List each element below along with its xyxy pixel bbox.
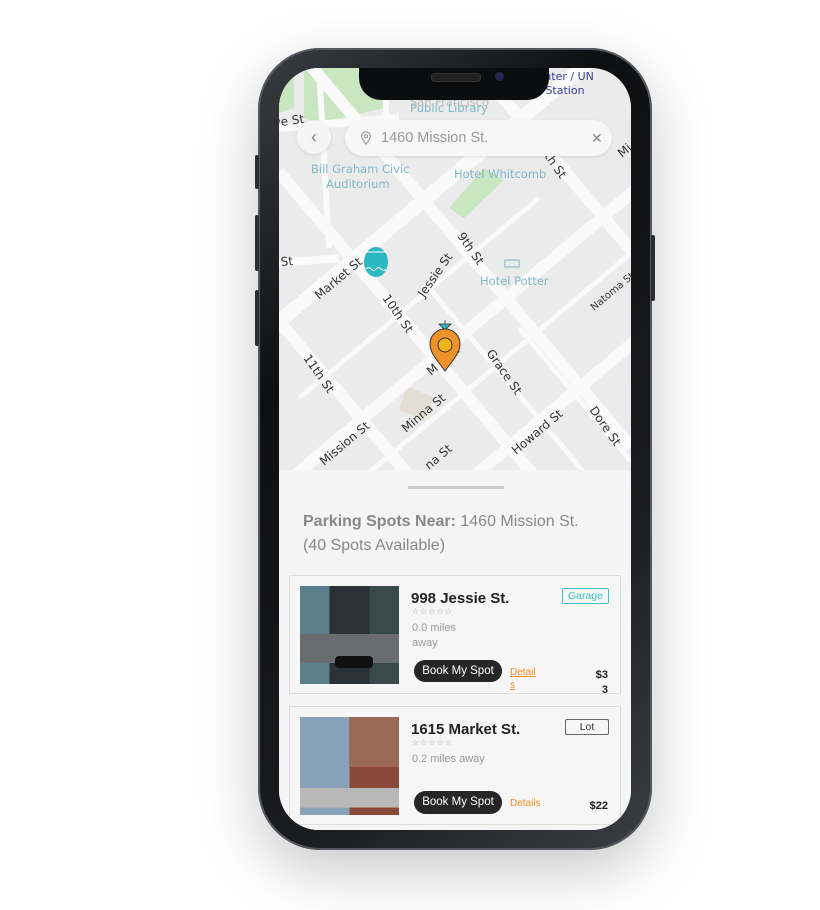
- book-spot-button[interactable]: Book My Spot: [414, 660, 502, 682]
- transit-marker-icon: [364, 247, 388, 277]
- spots-available: (40 Spots Available): [303, 537, 446, 554]
- poi-auditorium: Bill Graham Civic: [311, 162, 410, 176]
- book-spot-button[interactable]: Book My Spot: [414, 791, 502, 814]
- star-rating: ☆☆☆☆☆: [412, 607, 453, 616]
- poi-library-2: Public Library: [410, 101, 488, 115]
- phone-notch: [359, 68, 549, 100]
- list-item[interactable]: 1615 Market St. ☆☆☆☆☆ 0.2 miles away Lot…: [289, 706, 621, 825]
- app-screen: Market St Mission St M n St Howard St Je…: [279, 68, 631, 830]
- park-area: [279, 68, 294, 113]
- poi-auditorium-2: Auditorium: [326, 177, 390, 191]
- details-link[interactable]: Details: [510, 797, 541, 810]
- drag-handle[interactable]: [408, 486, 504, 489]
- close-icon[interactable]: ✕: [591, 130, 603, 147]
- spot-type-badge: Lot: [565, 719, 609, 735]
- location-pin-icon: [361, 131, 371, 145]
- spot-type-badge: Garage: [561, 588, 609, 604]
- chevron-left-icon: ‹: [311, 126, 317, 147]
- star-rating: ☆☆☆☆☆: [412, 738, 453, 747]
- title-address: 1460 Mission St.: [455, 513, 579, 530]
- results-sheet: Parking Spots Near: 1460 Mission St. (40…: [279, 470, 631, 830]
- results-title: Parking Spots Near: 1460 Mission St. (40…: [303, 510, 613, 558]
- phone-mute-switch: [255, 155, 259, 189]
- spot-photo: [300, 717, 399, 815]
- phone-volume-up: [255, 215, 259, 271]
- details-link[interactable]: Details: [510, 666, 538, 692]
- poi-hotel-whitcomb: Hotel Whitcomb: [454, 167, 546, 181]
- poi-hotel-potter: Hotel Potter: [480, 274, 549, 288]
- spot-address: 998 Jessie St.: [411, 590, 510, 607]
- search-input[interactable]: [379, 129, 583, 147]
- search-bar[interactable]: ✕: [345, 120, 612, 156]
- spot-distance: 0.2 miles away: [412, 753, 485, 765]
- camera: [495, 72, 504, 81]
- phone-power-button: [651, 235, 655, 301]
- spot-price: $22: [589, 800, 608, 812]
- back-button[interactable]: ‹: [297, 120, 331, 154]
- speaker: [431, 73, 481, 82]
- title-label: Parking Spots Near:: [303, 513, 456, 530]
- spot-address: 1615 Market St.: [411, 721, 521, 738]
- spot-distance: 0.0 miles away: [412, 622, 457, 649]
- phone-volume-down: [255, 290, 259, 346]
- street-label-st: St: [280, 254, 294, 269]
- list-item[interactable]: 998 Jessie St. ☆☆☆☆☆ 0.0 miles away Gara…: [289, 575, 621, 696]
- spot-photo: [300, 586, 399, 684]
- spot-price: $33: [595, 669, 608, 696]
